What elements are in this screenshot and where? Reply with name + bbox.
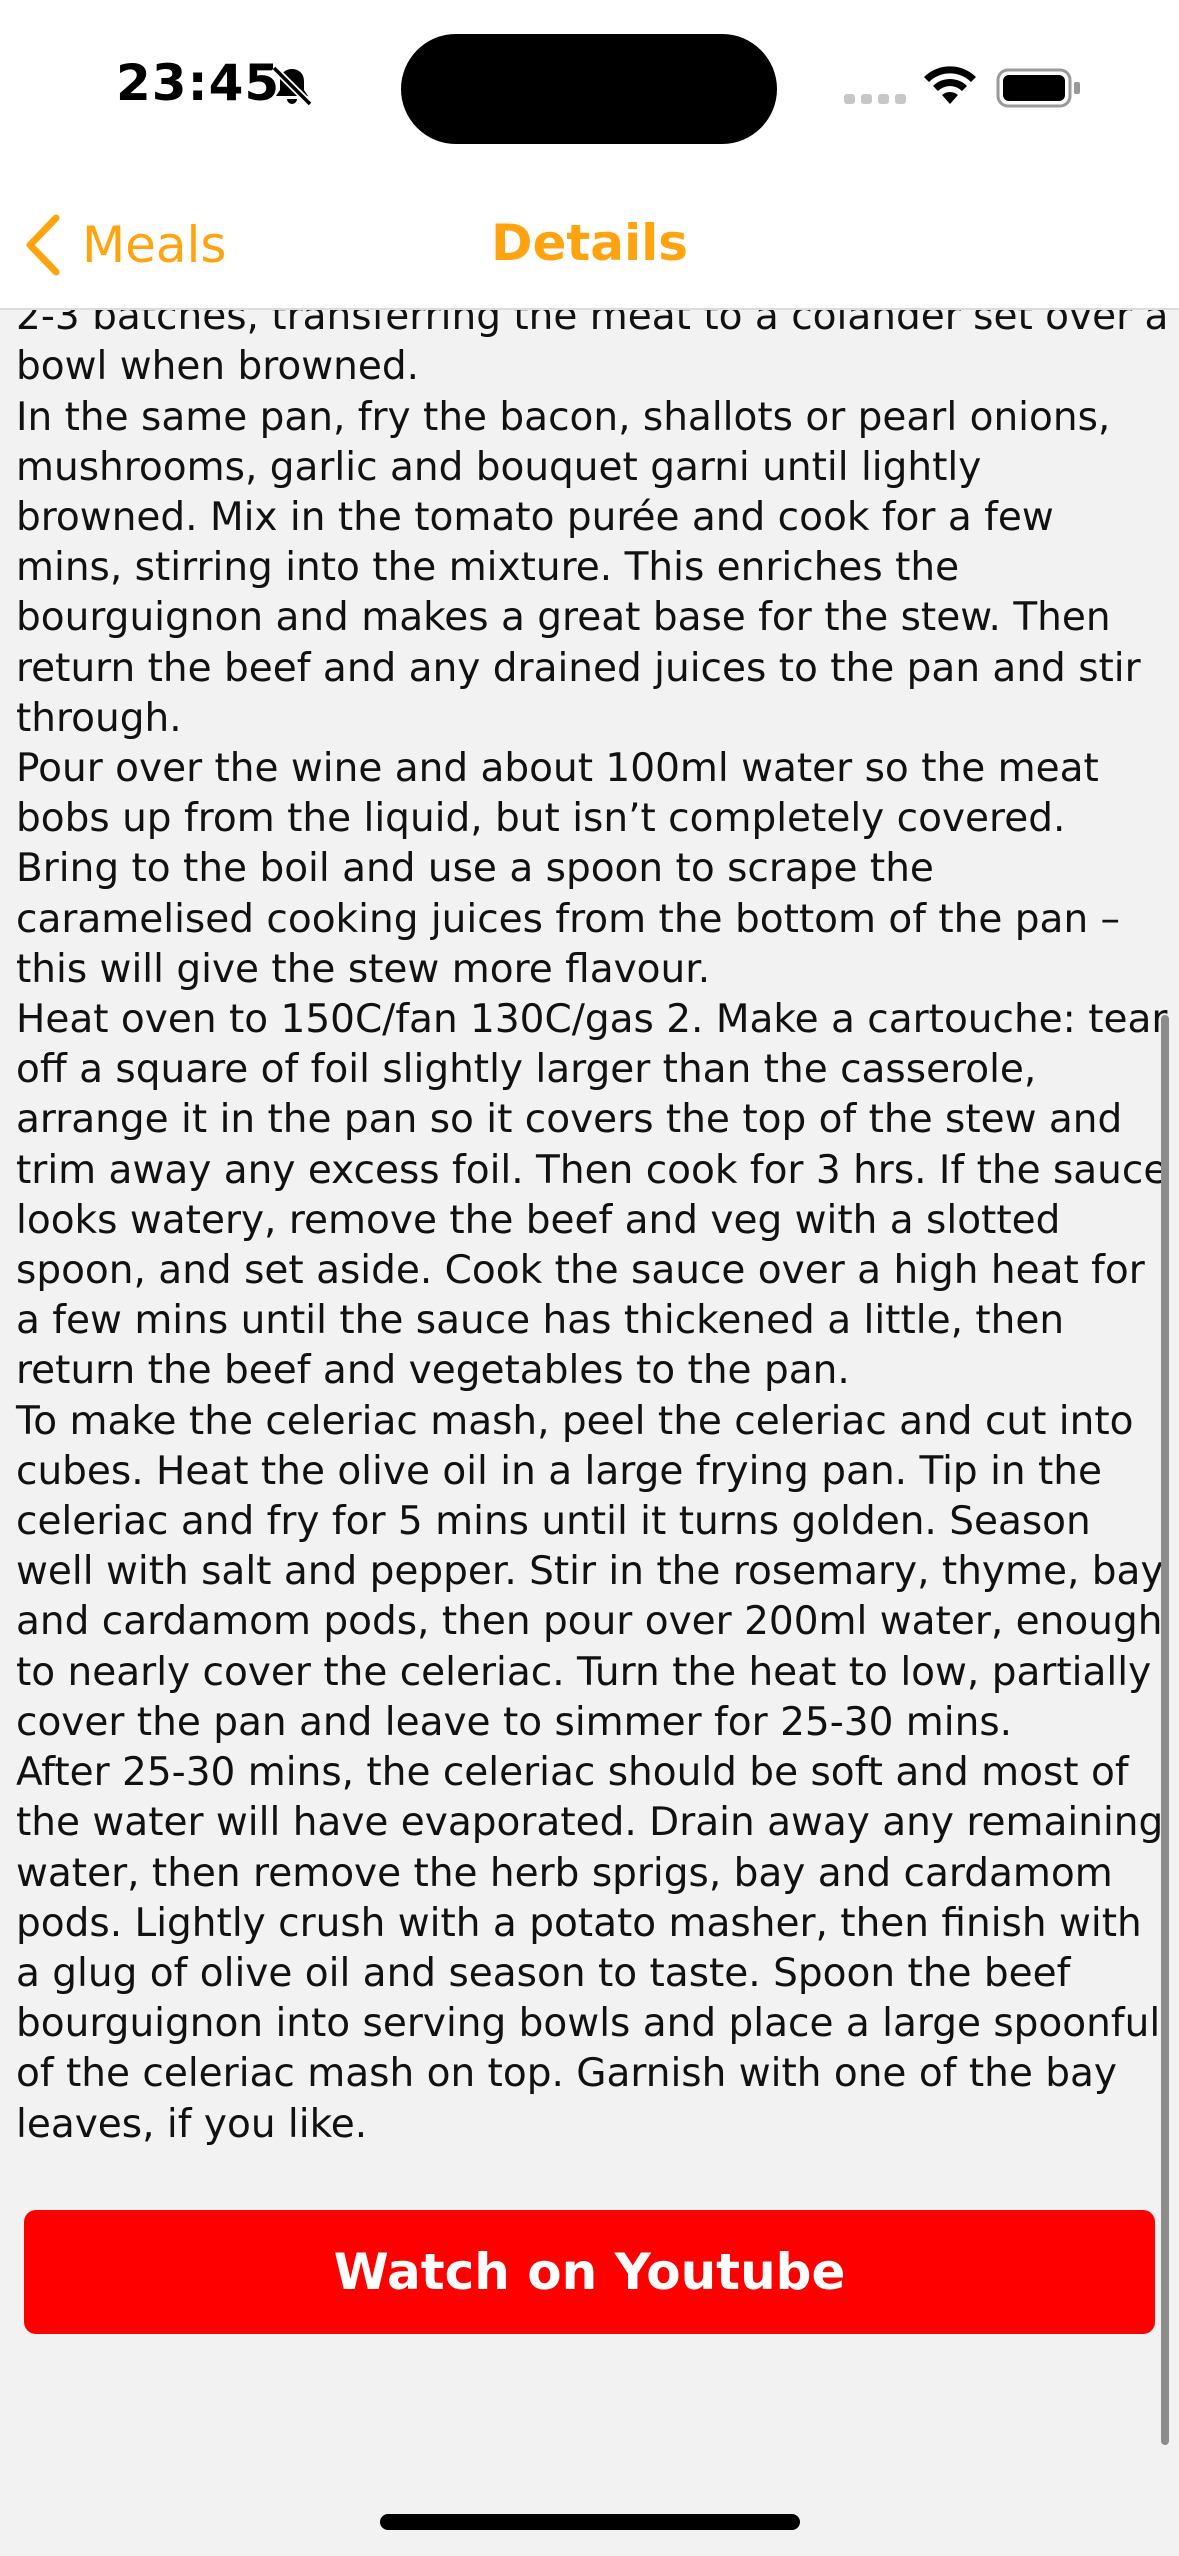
header: 23:45 Meals Details bbox=[0, 0, 1179, 310]
home-indicator bbox=[380, 2514, 800, 2530]
bell-slash-icon bbox=[271, 65, 313, 107]
meal-details-screen: 23:45 Meals Details 2-3 batches, transfe… bbox=[0, 0, 1179, 2556]
dynamic-island bbox=[401, 34, 777, 144]
instructions-text: browned all over, adding more fat if nec… bbox=[16, 308, 1169, 2147]
scrollbar[interactable] bbox=[1161, 1015, 1169, 2445]
battery-icon bbox=[996, 68, 1080, 108]
wifi-icon bbox=[924, 66, 976, 104]
details-scroll-view[interactable]: browned all over, adding more fat if nec… bbox=[0, 308, 1179, 2556]
cellular-signal-icon bbox=[844, 94, 906, 104]
page-title: Details bbox=[490, 214, 689, 272]
status-time: 23:45 bbox=[116, 54, 281, 112]
watch-on-youtube-button[interactable]: Watch on Youtube bbox=[24, 2210, 1155, 2334]
